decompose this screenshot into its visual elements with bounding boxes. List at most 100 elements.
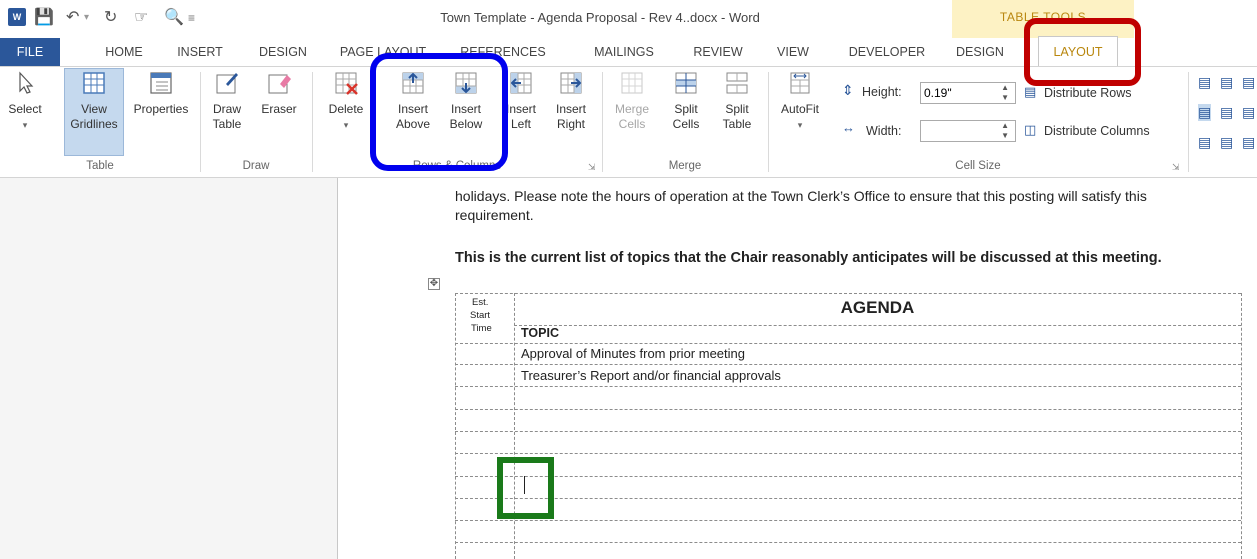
word-app-icon[interactable]: W (8, 8, 26, 26)
tab-mailings[interactable]: MAILINGS (584, 38, 664, 66)
merge-cells-button[interactable]: Merge Cells (606, 70, 658, 132)
word-window: TABLE TOOLS W 💾 ↶ ▾ ↻ ☞ 🔍 ≡ Town Templat… (0, 0, 1257, 559)
align-top-center-icon[interactable]: ▤ (1220, 74, 1233, 91)
navigation-pane (0, 178, 338, 559)
redo-icon[interactable]: ↻ (104, 8, 117, 28)
table-border (455, 409, 1241, 410)
eraser-icon (268, 74, 291, 94)
align-bottom-left-icon[interactable]: ▤ (1198, 134, 1211, 151)
height-label: Height: (862, 85, 902, 99)
tab-file[interactable]: FILE (0, 38, 60, 66)
dialog-launcher-icon[interactable]: ⇲ (1172, 162, 1180, 173)
distribute-columns-button[interactable]: Distribute Columns (1044, 124, 1150, 138)
eraser-button[interactable]: Eraser (254, 70, 304, 117)
table-tools-label: TABLE TOOLS (999, 10, 1087, 24)
tab-design[interactable]: DESIGN (250, 38, 316, 66)
touch-mode-icon[interactable]: ☞ (134, 8, 148, 28)
spinner-icon[interactable]: ▲ ▼ (1001, 83, 1009, 103)
merge-cells-label-1: Merge (614, 102, 649, 116)
insert-above-icon (402, 72, 424, 94)
distribute-rows-button[interactable]: Distribute Rows (1044, 86, 1132, 100)
view-gridlines-label-1: View (81, 102, 107, 116)
insert-below-button[interactable]: Insert Below (442, 70, 490, 132)
print-preview-icon[interactable]: 🔍 (164, 8, 184, 28)
cell-size-group-label: Cell Size (955, 160, 1001, 172)
align-bottom-right-icon[interactable]: ▤ (1242, 134, 1255, 151)
dialog-launcher-icon[interactable]: ⇲ (588, 162, 596, 173)
align-bottom-center-icon[interactable]: ▤ (1220, 134, 1233, 151)
draw-table-button[interactable]: Draw Table (206, 70, 248, 132)
properties-button[interactable]: Properties (128, 70, 194, 117)
undo-icon[interactable]: ↶ (66, 8, 79, 28)
insert-below-label-1: Insert (450, 102, 481, 116)
width-input[interactable]: ▲ ▼ (920, 120, 1016, 142)
autofit-button[interactable]: AutoFit ▾ (772, 70, 828, 133)
insert-left-icon (510, 72, 532, 94)
chevron-down-icon: ▾ (343, 120, 349, 130)
split-table-label-1: Split (725, 102, 749, 116)
align-center-left-icon[interactable]: ▤ (1198, 104, 1212, 121)
group-separator (312, 72, 313, 172)
agenda-row-topic[interactable]: Treasurer’s Report and/or financial appr… (521, 368, 781, 383)
agenda-title: AGENDA (840, 298, 915, 317)
delete-label: Delete (328, 102, 364, 116)
select-button[interactable]: Select ▾ (8, 70, 42, 133)
delete-table-icon (335, 72, 358, 95)
insert-right-button[interactable]: Insert Right (548, 70, 594, 132)
table-grid-icon (83, 72, 105, 94)
chevron-down-icon: ▾ (22, 120, 28, 130)
insert-left-label-1: Insert (505, 102, 536, 116)
tab-insert[interactable]: INSERT (170, 38, 230, 66)
tab-page-layout[interactable]: PAGE LAYOUT (338, 38, 428, 66)
insert-left-label-2: Left (510, 117, 531, 131)
align-top-right-icon[interactable]: ▤ (1242, 74, 1255, 91)
autofit-icon (790, 72, 810, 94)
table-move-handle-icon[interactable]: ✥ (428, 278, 440, 290)
tab-table-design[interactable]: DESIGN (948, 38, 1012, 66)
split-table-button[interactable]: Split Table (714, 70, 760, 132)
table-border (455, 520, 1241, 521)
group-separator (768, 72, 769, 172)
select-label: Select (8, 102, 42, 116)
insert-above-label-2: Above (395, 117, 431, 131)
tab-references[interactable]: REFERENCES (448, 38, 558, 66)
tab-home[interactable]: HOME (94, 38, 154, 66)
undo-dropdown-icon[interactable]: ▾ (84, 8, 89, 28)
table-border (455, 293, 456, 559)
insert-above-button[interactable]: Insert Above (388, 70, 438, 132)
paragraph-line: requirement. (455, 207, 534, 223)
save-icon[interactable]: 💾 (34, 8, 54, 28)
tab-table-layout[interactable]: LAYOUT (1038, 36, 1118, 68)
insert-left-button[interactable]: Insert Left (500, 70, 542, 132)
distribute-rows-icon: ▤ (1024, 84, 1037, 99)
merge-cells-icon (621, 72, 643, 94)
draw-group-label: Draw (242, 160, 270, 172)
delete-button[interactable]: Delete ▾ (322, 70, 370, 133)
customize-qat-icon[interactable]: ≡ (188, 8, 195, 28)
split-cells-button[interactable]: Split Cells (664, 70, 708, 132)
table-border (455, 453, 1241, 454)
align-center-right-icon[interactable]: ▤ (1242, 104, 1255, 121)
column-width-icon: ↔ (842, 120, 855, 135)
insert-right-icon (560, 72, 582, 94)
select-arrow-icon (19, 71, 34, 94)
pencil-table-icon (216, 73, 238, 94)
align-center-icon[interactable]: ▤ (1220, 104, 1233, 121)
table-border (455, 498, 1241, 499)
tab-review[interactable]: REVIEW (686, 38, 750, 66)
document-page[interactable] (338, 178, 1257, 559)
tab-view[interactable]: VIEW (768, 38, 818, 66)
align-top-left-icon[interactable]: ▤ (1198, 74, 1211, 91)
row-height-icon: ⇕ (842, 82, 854, 98)
window-title: Town Template - Agenda Proposal - Rev 4.… (440, 10, 760, 25)
height-input[interactable]: 0.19" ▲ ▼ (920, 82, 1016, 104)
agenda-row-topic[interactable]: Approval of Minutes from prior meeting (521, 346, 745, 361)
table-border (514, 325, 1241, 326)
insert-right-label-1: Insert (555, 102, 586, 116)
view-gridlines-label-2: Gridlines (70, 117, 118, 131)
table-group-label: Table (86, 160, 114, 172)
view-gridlines-button[interactable]: View Gridlines (64, 70, 124, 132)
tab-developer[interactable]: DEVELOPER (840, 38, 934, 66)
spinner-icon[interactable]: ▲ ▼ (1001, 121, 1009, 141)
chevron-down-icon: ▾ (797, 120, 803, 130)
